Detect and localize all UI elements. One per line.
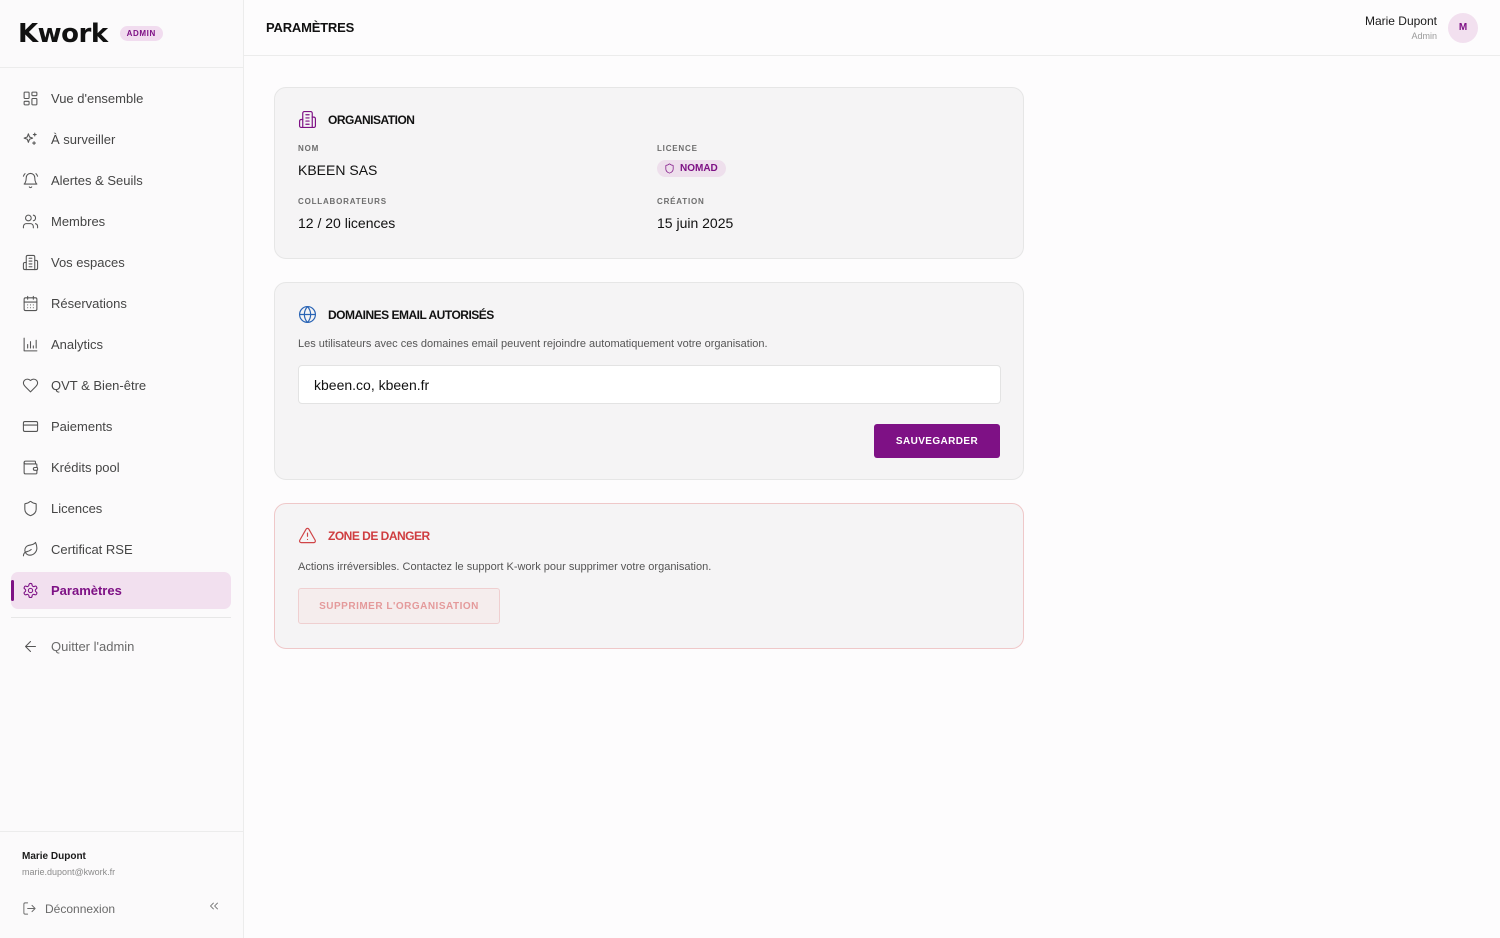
user-info: Marie Dupont Admin	[1365, 14, 1437, 41]
wallet-icon	[23, 460, 39, 475]
sidebar-item-label: À surveiller	[51, 132, 116, 147]
building-icon	[298, 110, 317, 129]
organisation-card: ORGANISATION NOM KBEEN SAS LICENCE NOMAD…	[274, 87, 1024, 259]
gear-icon	[23, 582, 38, 599]
kwork-logo[interactable]: Kwork	[18, 19, 108, 49]
danger-zone-description: Actions irréversibles. Contactez le supp…	[298, 561, 712, 573]
footer-user-name: Marie Dupont	[22, 851, 86, 862]
grid-icon	[23, 91, 38, 106]
organisation-fields: NOM KBEEN SAS LICENCE NOMAD COLLABORATEU…	[298, 144, 1000, 231]
sidebar-item-members[interactable]: Membres	[11, 203, 231, 240]
leaf-icon	[22, 541, 38, 557]
bell-icon	[22, 172, 39, 189]
sidebar: Kwork ADMIN Vue d'ensemble À surveiller …	[0, 0, 244, 938]
danger-zone-header: ZONE DE DANGER	[298, 526, 1000, 545]
licence-badge: NOMAD	[657, 160, 726, 177]
warning-triangle-icon	[298, 527, 316, 544]
organisation-title: ORGANISATION	[328, 112, 415, 127]
sidebar-item-watch[interactable]: À surveiller	[11, 121, 231, 158]
shield-icon	[24, 500, 37, 517]
sidebar-nav: Vue d'ensemble À surveiller Alertes & Se…	[0, 68, 243, 665]
users-icon	[22, 214, 39, 229]
sidebar-item-label: Vos espaces	[51, 255, 125, 270]
licence-badge-label: NOMAD	[680, 163, 718, 174]
logout-label: Déconnexion	[45, 901, 116, 916]
calendar-icon	[23, 295, 38, 312]
field-collaborators: COLLABORATEURS 12 / 20 licences	[298, 197, 657, 231]
admin-badge: ADMIN	[119, 26, 163, 41]
logout-button[interactable]: Déconnexion	[22, 901, 115, 916]
logout-icon	[23, 902, 36, 915]
organisation-header: ORGANISATION	[298, 110, 1000, 129]
user-menu[interactable]: Marie Dupont Admin M	[1365, 12, 1478, 43]
sidebar-item-label: Analytics	[51, 337, 104, 352]
footer-user-email: marie.dupont@kwork.fr	[22, 867, 116, 877]
sidebar-footer: Marie Dupont marie.dupont@kwork.fr Décon…	[0, 831, 243, 938]
arrow-left-icon	[25, 641, 36, 652]
sidebar-item-label: QVT & Bien-être	[51, 378, 147, 393]
sidebar-item-overview[interactable]: Vue d'ensemble	[11, 80, 231, 117]
danger-zone-card: ZONE DE DANGER Actions irréversibles. Co…	[274, 503, 1024, 649]
email-domains-title: DOMAINES EMAIL AUTORISÉS	[328, 307, 494, 322]
field-name: NOM KBEEN SAS	[298, 144, 657, 179]
shield-icon	[665, 163, 674, 174]
save-button[interactable]: SAUVEGARDER	[874, 424, 1000, 458]
sidebar-item-analytics[interactable]: Analytics	[11, 326, 231, 363]
sidebar-item-licences[interactable]: Licences	[11, 490, 231, 527]
sidebar-item-label: Certificat RSE	[51, 542, 133, 557]
sidebar-item-label: Vue d'ensemble	[51, 91, 144, 106]
sidebar-item-label: Paramètres	[51, 583, 122, 598]
email-domains-card: DOMAINES EMAIL AUTORISÉS Les utilisateur…	[274, 282, 1024, 480]
nav-divider	[11, 617, 231, 618]
brand: Kwork ADMIN	[0, 0, 243, 68]
heart-icon	[22, 378, 39, 393]
logout-row: Déconnexion	[22, 899, 221, 918]
sidebar-item-qvt[interactable]: QVT & Bien-être	[11, 367, 231, 404]
sidebar-item-rse[interactable]: Certificat RSE	[11, 531, 231, 568]
field-label: NOM	[298, 144, 320, 153]
field-value: 15 juin 2025	[657, 215, 734, 231]
email-domains-input[interactable]	[298, 365, 1001, 404]
user-name: Marie Dupont	[1364, 14, 1437, 28]
sidebar-item-label: Réservations	[51, 296, 127, 311]
field-creation: CRÉATION 15 juin 2025	[657, 197, 1000, 231]
danger-zone-title: ZONE DE DANGER	[328, 528, 430, 543]
page-title: PARAMÈTRES	[266, 20, 355, 35]
field-label: LICENCE	[657, 144, 698, 153]
sidebar-item-label: Krédits pool	[51, 460, 120, 475]
chevrons-left-icon	[210, 902, 218, 910]
globe-icon	[298, 305, 317, 324]
sidebar-item-settings[interactable]: Paramètres	[11, 572, 231, 609]
field-value: 12 / 20 licences	[298, 215, 396, 231]
delete-organisation-button[interactable]: SUPPRIMER L'ORGANISATION	[298, 588, 500, 624]
bar-chart-icon	[23, 337, 38, 352]
avatar[interactable]: M	[1448, 12, 1478, 43]
credit-card-icon	[22, 421, 39, 432]
field-value: KBEEN SAS	[298, 162, 378, 178]
user-role: Admin	[1411, 31, 1437, 41]
sparkles-icon	[23, 132, 37, 145]
field-label: CRÉATION	[657, 197, 705, 206]
field-label: COLLABORATEURS	[298, 197, 387, 206]
quit-admin-label: Quitter l'admin	[51, 639, 135, 654]
quit-admin-link[interactable]: Quitter l'admin	[11, 628, 231, 665]
sidebar-item-label: Paiements	[51, 419, 113, 434]
field-licence: LICENCE NOMAD	[657, 144, 1000, 179]
sidebar-item-credits[interactable]: Krédits pool	[11, 449, 231, 486]
topbar: PARAMÈTRES Marie Dupont Admin M	[244, 0, 1500, 56]
building-icon	[22, 254, 39, 271]
sidebar-item-label: Licences	[51, 501, 103, 516]
sidebar-item-label: Membres	[51, 214, 106, 229]
collapse-sidebar-button[interactable]	[207, 899, 221, 918]
email-domains-header: DOMAINES EMAIL AUTORISÉS	[298, 305, 1000, 324]
sidebar-item-label: Alertes & Seuils	[51, 173, 143, 188]
sidebar-item-payments[interactable]: Paiements	[11, 408, 231, 445]
email-domains-description: Les utilisateurs avec ces domaines email…	[298, 338, 768, 350]
sidebar-item-reservations[interactable]: Réservations	[11, 285, 231, 322]
sidebar-item-spaces[interactable]: Vos espaces	[11, 244, 231, 281]
sidebar-item-alerts[interactable]: Alertes & Seuils	[11, 162, 231, 199]
